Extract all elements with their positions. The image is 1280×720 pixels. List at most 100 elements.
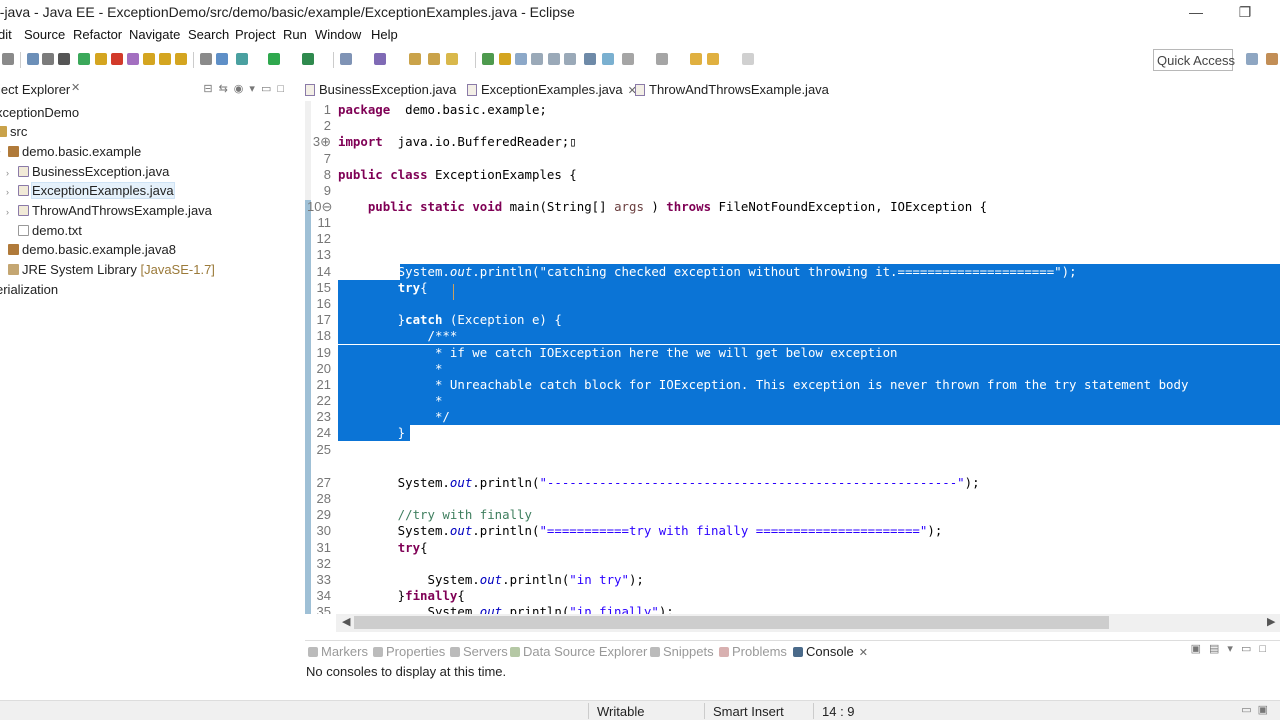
code-line[interactable]: 3⊕ import java.io.BufferedReader;▯: [305, 134, 1280, 150]
tree-item-node[interactable]: erialization: [0, 280, 58, 299]
resume-icon[interactable]: [78, 53, 90, 65]
back-history-icon[interactable]: [707, 53, 719, 65]
open-task-icon[interactable]: [428, 53, 440, 65]
mark-occurrences-icon[interactable]: [499, 53, 511, 65]
skip-breakpoints-icon[interactable]: [58, 53, 70, 65]
tree-item-src[interactable]: src: [0, 122, 27, 141]
menu-navigate[interactable]: Navigate: [129, 27, 180, 42]
open-console-icon[interactable]: ▤: [1209, 643, 1227, 655]
step-return-icon[interactable]: [175, 53, 187, 65]
code-line[interactable]: 7: [305, 151, 1280, 167]
minimize-view-icon[interactable]: ▭: [1241, 643, 1259, 655]
coverage-icon[interactable]: [302, 53, 314, 65]
code-line[interactable]: 24 }: [305, 425, 1280, 441]
code-line[interactable]: 12: [305, 231, 1280, 247]
code-line[interactable]: 27 System.out.println("-----------------…: [305, 475, 1280, 491]
pin-editor-icon[interactable]: [584, 53, 596, 65]
save-all-icon[interactable]: [27, 53, 39, 65]
next-annotation-icon[interactable]: [548, 53, 560, 65]
code-line[interactable]: 30 System.out.println("===========try wi…: [305, 523, 1280, 539]
tree-item-package[interactable]: › demo.basic.example.java8: [0, 240, 176, 259]
maximize-view-icon[interactable]: □: [1259, 643, 1274, 655]
quick-access-input[interactable]: Quick Access: [1153, 49, 1235, 71]
progress-icon[interactable]: ▭: [1241, 704, 1257, 716]
scroll-left-icon[interactable]: ◀: [342, 615, 350, 628]
chevron-right-icon[interactable]: ›: [6, 203, 18, 222]
menu-run[interactable]: Run: [283, 27, 307, 42]
java-ee-perspective-icon[interactable]: [1266, 53, 1278, 65]
back-icon[interactable]: [690, 53, 702, 65]
code-line[interactable]: 19 * if we catch IOException here the we…: [305, 345, 1280, 361]
code-line[interactable]: 34 }finally{: [305, 588, 1280, 604]
debug-icon[interactable]: [236, 53, 248, 65]
toggle-breadcrumb-icon[interactable]: [482, 53, 494, 65]
forward-icon[interactable]: [742, 53, 754, 65]
suspend-icon[interactable]: [95, 53, 107, 65]
menu-refactor[interactable]: Refactor: [73, 27, 122, 42]
code-line[interactable]: 10⊖ public static void main(String[] arg…: [305, 199, 1280, 215]
new-server-icon[interactable]: [216, 53, 228, 65]
collapse-all-icon[interactable]: ⊟: [203, 83, 218, 95]
tab-data-source-explorer[interactable]: Data Source Explorer: [510, 644, 647, 659]
code-line[interactable]: 14 System.out.println("catching checked …: [305, 264, 1280, 280]
notifications-icon[interactable]: ▣: [1258, 704, 1274, 716]
close-icon[interactable]: ✕: [859, 647, 868, 659]
code-line[interactable]: 29 //try with finally: [305, 507, 1280, 523]
chevron-down-icon[interactable]: ▾: [0, 144, 8, 163]
code-line[interactable]: 22 *: [305, 393, 1280, 409]
tab-console[interactable]: Console ✕: [793, 644, 868, 659]
scroll-right-icon[interactable]: ▶: [1267, 615, 1275, 628]
prev-edit-icon[interactable]: [656, 53, 668, 65]
focus-icon[interactable]: ◉: [234, 83, 250, 95]
code-line[interactable]: 23 */: [305, 409, 1280, 425]
open-perspective-icon[interactable]: [1246, 53, 1258, 65]
tab-markers[interactable]: Markers: [308, 644, 368, 659]
code-line[interactable]: 33 System.out.println("in try");: [305, 572, 1280, 588]
step-into-icon[interactable]: [143, 53, 155, 65]
tab-throw-and-throws[interactable]: ThrowAndThrowsExample.java: [635, 80, 835, 100]
code-line[interactable]: 35 System.out.println("in finally");: [305, 604, 1280, 614]
tab-snippets[interactable]: Snippets: [650, 644, 714, 659]
disconnect-icon[interactable]: [127, 53, 139, 65]
new-java-project-icon[interactable]: [340, 53, 352, 65]
next-edit-icon[interactable]: [622, 53, 634, 65]
project-explorer-title[interactable]: ject Explorer: [0, 82, 70, 97]
link-with-editor-icon[interactable]: ⇆: [219, 83, 234, 95]
tree-item-file[interactable]: › BusinessException.java: [6, 162, 169, 181]
close-icon[interactable]: ✕: [71, 81, 80, 94]
tab-exception-examples[interactable]: ExceptionExamples.java ✕: [467, 80, 637, 100]
print-icon[interactable]: [42, 53, 54, 65]
code-line[interactable]: 13: [305, 247, 1280, 263]
view-menu-icon[interactable]: ▾: [249, 83, 261, 95]
code-line[interactable]: 25: [305, 442, 1280, 458]
chevron-right-icon[interactable]: ›: [0, 242, 8, 261]
horizontal-scrollbar[interactable]: ◀ ▶: [336, 614, 1280, 632]
code-line[interactable]: 17 }catch (Exception e) {: [305, 312, 1280, 328]
menu-window[interactable]: Window: [315, 27, 361, 42]
tree-item-library[interactable]: › JRE System Library [JavaSE-1.7]: [0, 260, 215, 279]
code-line[interactable]: 31 try{: [305, 540, 1280, 556]
tab-servers[interactable]: Servers: [450, 644, 508, 659]
search-icon[interactable]: [446, 53, 458, 65]
code-line[interactable]: 20 *: [305, 361, 1280, 377]
scrollbar-thumb[interactable]: [354, 616, 1109, 629]
use-step-filters-icon[interactable]: [200, 53, 212, 65]
tab-business-exception[interactable]: BusinessException.java: [305, 80, 467, 100]
code-line[interactable]: 28: [305, 491, 1280, 507]
code-editor[interactable]: 1 package demo.basic.example; 2 3⊕ import ja…: [305, 101, 1280, 614]
open-type-icon[interactable]: [409, 53, 421, 65]
minimize-view-icon[interactable]: ▭: [261, 83, 277, 95]
chevron-right-icon[interactable]: ›: [6, 183, 18, 202]
tree-item-file[interactable]: › ThrowAndThrowsExample.java: [6, 201, 212, 220]
code-line[interactable]: 9: [305, 183, 1280, 199]
restore-icon[interactable]: ❐: [1233, 2, 1257, 22]
code-line[interactable]: 21 * Unreachable catch block for IOExcep…: [305, 377, 1280, 393]
run-icon[interactable]: [268, 53, 280, 65]
menu-help[interactable]: Help: [371, 27, 398, 42]
menu-edit[interactable]: dit: [0, 27, 12, 42]
new-java-class-icon[interactable]: [374, 53, 386, 65]
prev-annotation-icon[interactable]: [564, 53, 576, 65]
terminate-icon[interactable]: [111, 53, 123, 65]
last-edit-location-icon[interactable]: [602, 53, 614, 65]
tree-item-package[interactable]: ▾ demo.basic.example: [0, 142, 141, 161]
